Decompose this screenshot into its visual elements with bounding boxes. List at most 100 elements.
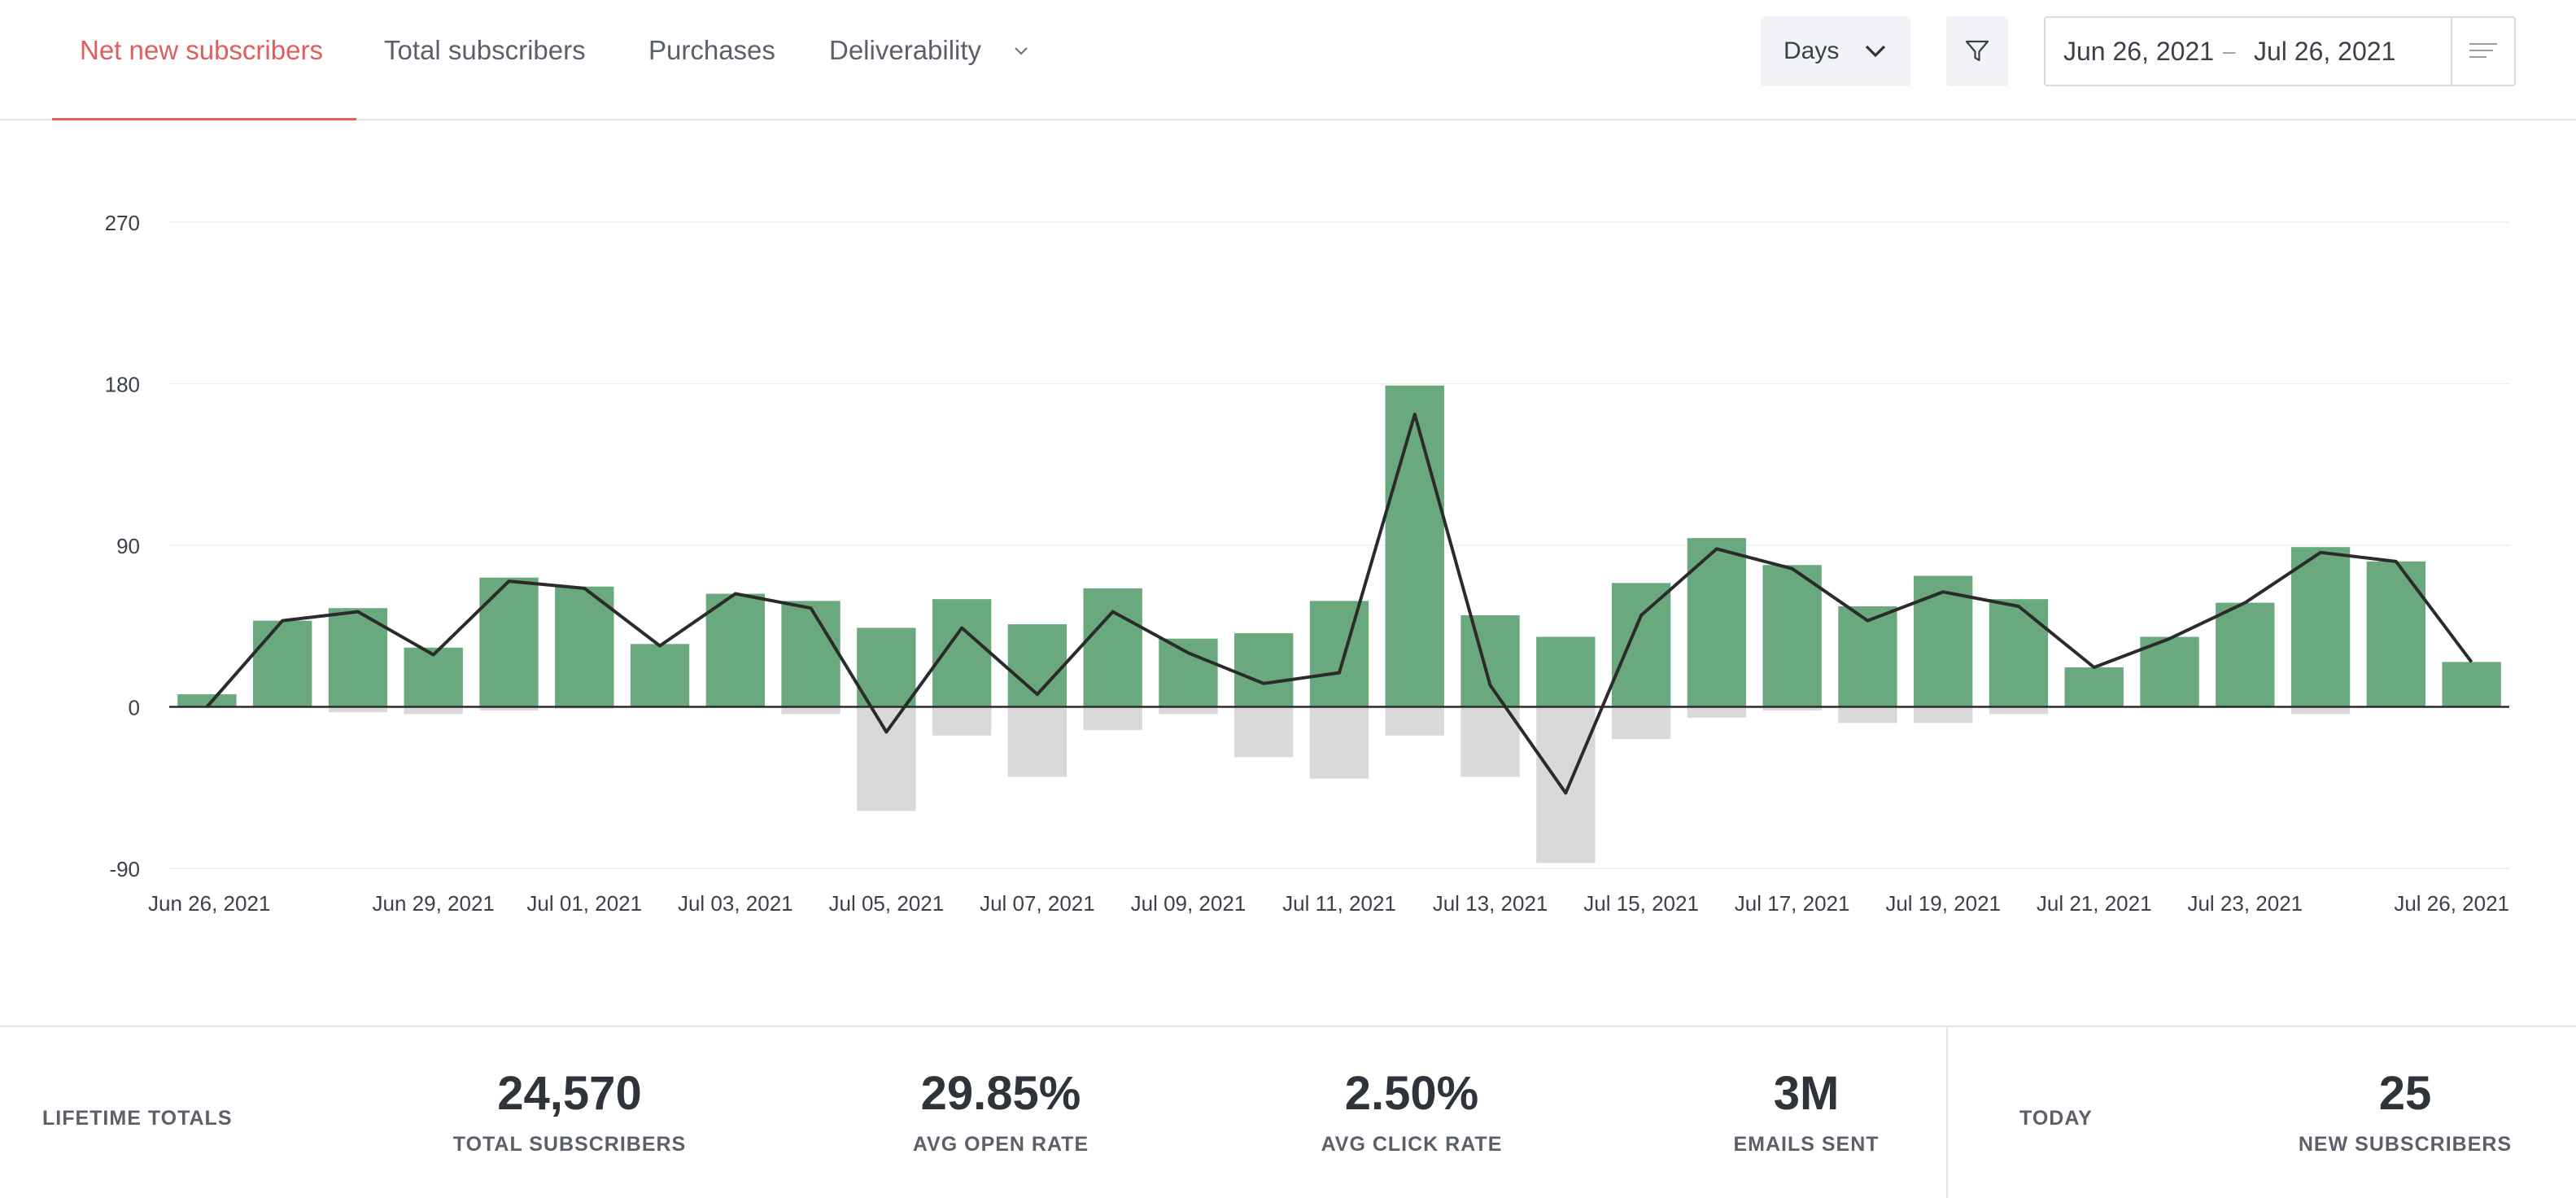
bar-positive <box>1159 638 1218 707</box>
menu-lines-icon <box>2469 43 2497 58</box>
filter-icon <box>1965 40 1989 62</box>
x-tick-label: Jul 05, 2021 <box>829 891 945 916</box>
net-new-subscribers-chart: 270 180 90 0 -90 Jun 26, 2021 Jun 29, 2021 Jul … <box>0 130 2576 944</box>
lifetime-totals-label: LIFETIME TOTALS <box>42 1107 233 1130</box>
x-tick-label: Jul 07, 2021 <box>980 891 1095 916</box>
bar-positive <box>857 627 916 707</box>
bar-negative <box>2290 706 2351 715</box>
bar-negative <box>932 706 992 736</box>
date-end[interactable]: Jul 26, 2021 <box>2254 18 2395 85</box>
bar-negative <box>781 706 840 715</box>
x-tick-label: Jul 01, 2021 <box>526 891 642 916</box>
active-tab-underline <box>52 118 356 120</box>
bar-negative <box>1687 706 1747 718</box>
tab-total-subscribers[interactable]: Total subscribers <box>384 0 586 101</box>
bar-positive <box>1611 583 1671 707</box>
metric-new-subscribers: 25 NEW SUBSCRIBERS <box>2275 1068 2535 1156</box>
bar-negative <box>1083 706 1142 731</box>
y-tick-label: 180 <box>105 373 140 397</box>
bar-positive <box>2442 662 2501 707</box>
bar-negative <box>1385 706 1444 736</box>
tab-net-new-subscribers[interactable]: Net new subscribers <box>80 0 323 101</box>
x-tick-label: Jul 26, 2021 <box>2394 891 2509 916</box>
chevron-down-icon <box>1865 45 1886 58</box>
bar-negative <box>1159 706 1218 715</box>
bar-positive <box>2290 547 2351 707</box>
metric-value: 3M <box>1773 1067 1840 1120</box>
y-tick-label: 0 <box>129 696 140 720</box>
metric-value: 2.50% <box>1344 1067 1479 1120</box>
y-tick-label: -90 <box>109 857 140 881</box>
bar-positive <box>404 647 463 707</box>
metric-value: 24,570 <box>497 1067 642 1120</box>
x-tick-label: Jul 21, 2021 <box>2037 891 2152 916</box>
x-tick-label: Jul 11, 2021 <box>1282 891 1396 916</box>
bar-positive <box>1385 385 1444 707</box>
totals-bar: LIFETIME TOTALS 24,570 TOTAL SUBSCRIBERS… <box>0 1025 2576 1198</box>
metric-label: TOTAL SUBSCRIBERS <box>452 1133 687 1156</box>
bar-negative <box>1989 706 2049 715</box>
bar-positive <box>1234 633 1294 707</box>
bar-positive <box>1762 565 1822 707</box>
today-label: TODAY <box>2019 1107 2093 1130</box>
x-tick-label: Jul 23, 2021 <box>2187 891 2303 916</box>
metric-avg-open-rate: 29.85% AVG OPEN RATE <box>871 1068 1131 1156</box>
metric-label: AVG OPEN RATE <box>912 1133 1089 1156</box>
x-tick-label: Jul 13, 2021 <box>1433 891 1548 916</box>
metric-label: AVG CLICK RATE <box>1321 1133 1503 1156</box>
chart-svg: 270 180 90 0 -90 Jun 26, 2021 Jun 29, 2021 Jul … <box>105 211 2509 916</box>
bar-positive <box>1989 599 2049 707</box>
interval-select[interactable]: Days <box>1761 16 1910 86</box>
date-separator: – <box>2223 38 2236 63</box>
x-tick-label: Jul 15, 2021 <box>1583 891 1699 916</box>
x-tick-label: Jul 19, 2021 <box>1885 891 2001 916</box>
bar-positive <box>932 599 992 707</box>
bar-negative <box>1838 706 1897 724</box>
metric-total-subscribers: 24,570 TOTAL SUBSCRIBERS <box>439 1068 700 1156</box>
bar-negative <box>1914 706 1973 724</box>
date-range-menu-button[interactable] <box>2451 18 2514 85</box>
metric-emails-sent: 3M EMAILS SENT <box>1676 1068 1936 1156</box>
bar-positive <box>252 620 312 707</box>
filter-button[interactable] <box>1946 16 2008 86</box>
metric-value: 25 <box>2378 1067 2432 1120</box>
bar-positive <box>1460 615 1520 707</box>
bar-positive <box>2064 667 2124 707</box>
date-range-picker: Jun 26, 2021 – Jul 26, 2021 <box>2044 16 2516 86</box>
bar-positive <box>479 577 539 707</box>
x-tick-label: Jul 17, 2021 <box>1735 891 1850 916</box>
bar-negative <box>1007 706 1068 777</box>
x-tick-label: Jul 09, 2021 <box>1131 891 1247 916</box>
metric-label: NEW SUBSCRIBERS <box>2298 1133 2513 1156</box>
metric-label: EMAILS SENT <box>1733 1133 1880 1156</box>
interval-select-label: Days <box>1784 37 1840 64</box>
bar-positive <box>1309 601 1369 707</box>
x-tick-label: Jul 03, 2021 <box>678 891 793 916</box>
metric-avg-click-rate: 2.50% AVG CLICK RATE <box>1281 1068 1542 1156</box>
y-tick-label: 270 <box>105 211 140 235</box>
x-tick-label: Jun 26, 2021 <box>148 891 270 916</box>
bar-negative <box>1234 706 1294 758</box>
tabs-bar: Net new subscribers Total subscribers Pu… <box>0 0 2576 120</box>
deliverability-chevron-down-icon[interactable] <box>1011 41 1032 62</box>
x-tick-label: Jun 29, 2021 <box>373 891 495 916</box>
bar-negative <box>1536 706 1596 864</box>
metric-value: 29.85% <box>920 1067 1081 1120</box>
tab-deliverability[interactable]: Deliverability <box>829 0 981 101</box>
totals-divider <box>1946 1027 1948 1198</box>
date-start[interactable]: Jun 26, 2021 <box>2063 18 2214 85</box>
bar-positive <box>1083 588 1142 707</box>
bar-negative <box>404 706 463 715</box>
bar-positive <box>781 601 840 707</box>
bar-positive <box>1536 636 1596 707</box>
y-tick-label: 90 <box>116 534 140 558</box>
bar-positive <box>630 644 690 707</box>
bar-positive <box>2366 561 2426 707</box>
bar-negative <box>857 706 916 811</box>
bar-positive <box>2216 602 2275 707</box>
bar-positive <box>705 593 765 707</box>
bar-negative <box>1611 706 1671 740</box>
tab-purchases[interactable]: Purchases <box>648 0 775 101</box>
bar-negative <box>1309 706 1369 779</box>
bar-positive <box>1687 538 1747 707</box>
